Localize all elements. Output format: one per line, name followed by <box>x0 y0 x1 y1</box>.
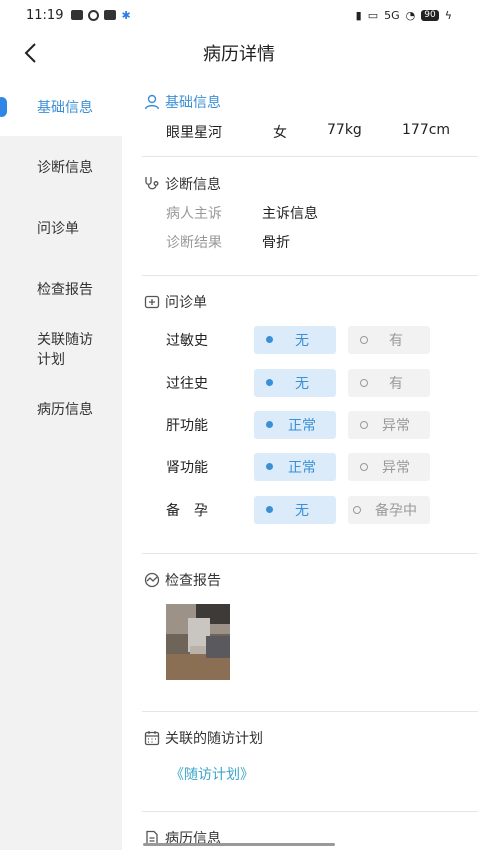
complaint-value: 主诉信息 <box>262 206 318 222</box>
sidebar-item-label: 基础信息 <box>37 100 93 116</box>
inquiry-label: 过往史 <box>166 376 208 392</box>
patient-weight: 77kg <box>327 122 362 138</box>
report-photo <box>166 604 230 680</box>
radio-dot-icon <box>266 506 273 513</box>
radio-circle-icon <box>360 379 368 387</box>
divider <box>142 553 478 554</box>
inquiry-label: 过敏史 <box>166 333 208 349</box>
option-yes[interactable]: 有 <box>348 369 430 397</box>
home-indicator[interactable] <box>143 843 335 846</box>
divider <box>142 811 478 812</box>
inquiry-row-liver: 肝功能 正常 异常 <box>166 411 442 439</box>
report-image-thumbnail[interactable] <box>166 604 230 680</box>
active-indicator <box>0 97 7 117</box>
hd-icon: ▭ <box>367 8 379 22</box>
sidebar: 基础信息 诊断信息 问诊单 检查报告 关联随访计划 病历信息 <box>0 80 122 850</box>
report-title: 检查报告 <box>144 570 221 590</box>
complaint-label: 病人主诉 <box>166 206 222 222</box>
inquiry-title: 问诊单 <box>144 292 207 312</box>
sidebar-item-label: 病历信息 <box>37 402 93 418</box>
sidebar-item-label: 问诊单 <box>37 221 79 237</box>
diagnosis-result-value: 骨折 <box>262 235 290 251</box>
basic-info-title: 基础信息 <box>144 92 221 112</box>
signal-label: 5G <box>384 8 400 22</box>
inquiry-row-history: 过往史 无 有 <box>166 369 442 397</box>
sync-icon <box>88 9 100 21</box>
divider <box>142 275 478 276</box>
sidebar-item-label: 关联随访计划 <box>37 332 93 368</box>
radio-circle-icon <box>353 506 361 514</box>
chevron-left-icon <box>24 43 36 63</box>
radio-dot-icon <box>266 463 273 470</box>
sidebar-item-followup[interactable]: 关联随访计划 <box>0 330 110 370</box>
inquiry-label: 肝功能 <box>166 418 208 434</box>
followup-plan-link[interactable]: 《随访计划》 <box>170 764 254 784</box>
sidebar-item-diagnosis[interactable]: 诊断信息 <box>0 158 122 178</box>
radio-circle-icon <box>360 336 368 344</box>
inquiry-label: 备 孕 <box>166 503 208 519</box>
patient-name: 眼里星河 <box>166 125 222 141</box>
divider <box>142 156 478 157</box>
radio-dot-icon <box>266 379 273 386</box>
inquiry-label: 肾功能 <box>166 460 208 476</box>
option-normal[interactable]: 正常 <box>254 453 336 481</box>
wifi-icon: ◔ <box>405 8 416 22</box>
patient-height: 177cm <box>402 122 451 138</box>
sidebar-item-label: 诊断信息 <box>37 160 93 176</box>
divider <box>142 711 478 712</box>
option-none[interactable]: 无 <box>254 369 336 397</box>
status-left-icons: ✱ <box>71 8 131 22</box>
radio-circle-icon <box>360 421 368 429</box>
sidebar-item-label: 检查报告 <box>37 282 93 298</box>
battery-icon: 90 <box>421 9 439 21</box>
charging-icon: ϟ <box>444 8 452 22</box>
option-abnormal[interactable]: 异常 <box>348 453 430 481</box>
main-content: 基础信息 眼里星河 女 77kg 177cm 诊断信息 病人主诉 主诉信息 诊断结… <box>122 80 478 850</box>
option-preparing[interactable]: 备孕中 <box>348 496 430 524</box>
radio-dot-icon <box>266 336 273 343</box>
stethoscope-icon <box>145 177 159 190</box>
radio-dot-icon <box>266 421 273 428</box>
radio-circle-icon <box>360 463 368 471</box>
option-yes[interactable]: 有 <box>348 326 430 354</box>
sidebar-item-record[interactable]: 病历信息 <box>0 400 122 420</box>
vibrate-icon: ▮ <box>355 8 362 22</box>
bluetooth-icon: ✱ <box>121 8 131 22</box>
option-normal[interactable]: 正常 <box>254 411 336 439</box>
inquiry-row-kidney: 肾功能 正常 异常 <box>166 453 442 481</box>
option-abnormal[interactable]: 异常 <box>348 411 430 439</box>
complaint-row: 病人主诉 主诉信息 <box>166 203 318 223</box>
status-time: 11:19 <box>26 7 64 23</box>
report-chart-icon <box>144 572 160 588</box>
back-button[interactable] <box>16 38 44 68</box>
option-none[interactable]: 无 <box>254 326 336 354</box>
followup-title: 关联的随访计划 <box>144 728 263 748</box>
inquiry-row-pregnancy: 备 孕 无 备孕中 <box>166 496 442 524</box>
notification-icon <box>71 10 84 20</box>
page-title: 病历详情 <box>203 44 275 65</box>
page-header: 病历详情 <box>0 30 478 76</box>
diagnosis-result-label: 诊断结果 <box>166 235 222 251</box>
sidebar-item-inquiry[interactable]: 问诊单 <box>0 219 122 239</box>
status-bar: 11:19 ✱ ▮ ▭ 5G ◔ 90 ϟ <box>0 0 478 30</box>
option-none[interactable]: 无 <box>254 496 336 524</box>
app-notification-icon <box>104 10 117 20</box>
sidebar-item-report[interactable]: 检查报告 <box>0 280 122 300</box>
sidebar-item-basic-info[interactable]: 基础信息 <box>0 80 122 136</box>
diagnosis-title: 诊断信息 <box>144 174 221 194</box>
calendar-icon <box>144 731 160 746</box>
status-right-icons: ▮ ▭ 5G ◔ 90 ϟ <box>356 9 452 22</box>
inquiry-row-allergy: 过敏史 无 有 <box>166 326 442 354</box>
diagnosis-result-row: 诊断结果 骨折 <box>166 232 290 252</box>
medical-kit-icon <box>144 295 160 309</box>
user-icon <box>144 94 160 110</box>
patient-gender: 女 <box>273 125 287 141</box>
